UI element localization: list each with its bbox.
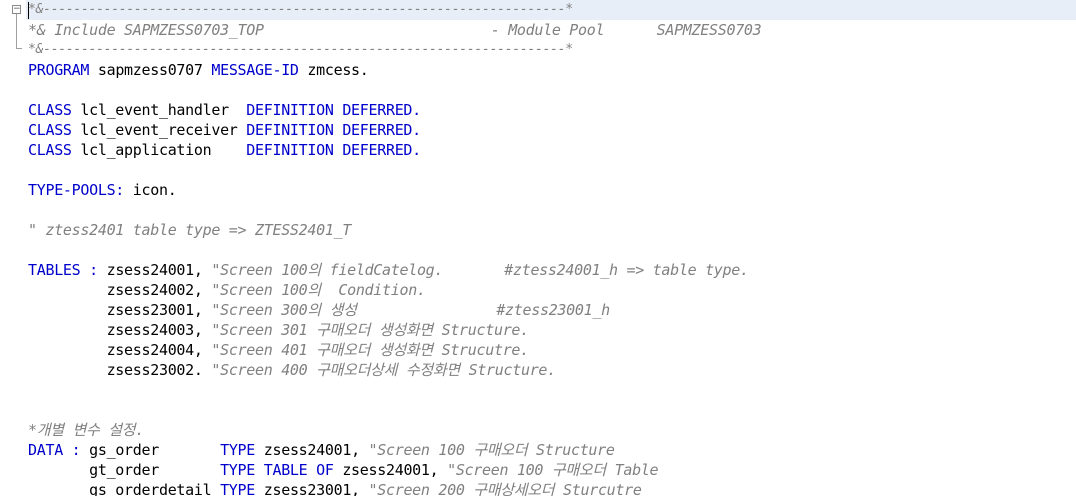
keyword-token: CLASS [28, 141, 72, 159]
identifier-token: zsess24001, [333, 461, 448, 479]
comment-token: *& Include SAPMZESS0703_TOP - Module Poo… [28, 21, 762, 39]
code-line[interactable]: zsess23001, "Screen 300의 생성 #ztess23001_… [28, 300, 761, 320]
identifier-token: zsess24004, [28, 341, 212, 359]
comment-token: "Screen 100 구매오더 Table [447, 461, 659, 479]
fold-guide-line [16, 14, 17, 48]
identifier-token: sapmzess0707 [89, 61, 212, 79]
keyword-token: TYPE [220, 441, 256, 459]
code-line[interactable] [28, 400, 761, 420]
text-caret [28, 2, 29, 19]
identifier-token: lcl_application [71, 141, 247, 159]
code-line[interactable]: CLASS lcl_event_handler DEFINITION DEFER… [28, 100, 761, 120]
code-line[interactable]: gs_orderdetail TYPE zsess23001, "Screen … [28, 480, 761, 496]
code-line[interactable]: *개별 변수 설정. [28, 420, 761, 440]
code-line[interactable]: gt_order TYPE TABLE OF zsess24001, "Scre… [28, 460, 761, 480]
code-line[interactable]: DATA : gs_order TYPE zsess24001, "Screen… [28, 440, 761, 460]
comment-token: "Screen 100의 Condition. [211, 281, 426, 299]
code-line[interactable]: TYPE-POOLS: icon. [28, 180, 761, 200]
keyword-token: DEFINITION DEFERRED. [246, 101, 421, 119]
code-line[interactable]: PROGRAM sapmzess0707 MESSAGE-ID zmcess. [28, 60, 761, 80]
keyword-token: TYPE-POOLS: [28, 181, 125, 199]
comment-token: "Screen 400 구매오더상세 수정화면 Structure. [211, 361, 556, 379]
identifier-token: zsess24001, [255, 441, 369, 459]
identifier-token: zsess23001, [28, 301, 212, 319]
identifier-token: icon. [124, 181, 177, 199]
comment-token: *&--------------------------------------… [28, 2, 573, 17]
code-lines[interactable]: *&--------------------------------------… [28, 0, 762, 496]
code-line[interactable]: zsess24003, "Screen 301 구매오더 생성화면 Struct… [28, 320, 761, 340]
comment-token: *개별 변수 설정. [28, 421, 144, 439]
keyword-token: DEFINITION DEFERRED. [246, 141, 421, 159]
identifier-token: zsess23001, [255, 481, 369, 496]
identifier-token: zsess24002, [28, 281, 212, 299]
code-line[interactable]: CLASS lcl_event_receiver DEFINITION DEFE… [28, 120, 761, 140]
collapse-minus-icon[interactable]: − [12, 5, 21, 14]
code-line[interactable]: zsess24004, "Screen 401 구매오더 생성화면 Strucu… [28, 340, 761, 360]
identifier-token: lcl_event_receiver [71, 121, 247, 139]
code-line[interactable]: zsess24002, "Screen 100의 Condition. [28, 280, 761, 300]
comment-token: *&--------------------------------------… [28, 42, 573, 57]
code-line[interactable] [28, 160, 761, 180]
keyword-token: CLASS [28, 121, 72, 139]
keyword-token: PROGRAM [28, 61, 90, 79]
identifier-token: zsess24003, [28, 321, 212, 339]
keyword-token: TYPE [220, 481, 256, 496]
identifier-token: zsess24001, [97, 261, 212, 279]
code-line[interactable] [28, 240, 761, 260]
code-line[interactable]: *&--------------------------------------… [28, 40, 761, 60]
fold-guide-end [16, 48, 22, 49]
code-editor[interactable]: − *&------------------------------------… [0, 0, 1076, 496]
comment-token: "Screen 401 구매오더 생성화면 Strucutre. [211, 341, 529, 359]
comment-token: " ztess2401 table type => ZTESS2401_T [28, 221, 352, 239]
identifier-token: zmcess. [298, 61, 369, 79]
comment-token: "Screen 100 구매오더 Structure [368, 441, 615, 459]
code-line[interactable]: *&--------------------------------------… [28, 0, 761, 20]
keyword-token: TYPE TABLE OF [220, 461, 334, 479]
code-line[interactable] [28, 200, 761, 220]
comment-token: "Screen 301 구매오더 생성화면 Structure. [211, 321, 529, 339]
keyword-token: MESSAGE-ID [211, 61, 299, 79]
code-line[interactable]: *& Include SAPMZESS0703_TOP - Module Poo… [28, 20, 762, 40]
identifier-token: gs_order [80, 441, 221, 459]
keyword-token: CLASS [28, 101, 72, 119]
code-line[interactable]: TABLES : zsess24001, "Screen 100의 fieldC… [28, 260, 761, 280]
code-line[interactable]: CLASS lcl_application DEFINITION DEFERRE… [28, 140, 761, 160]
comment-token: "Screen 300의 생성 #ztess23001_h [211, 301, 610, 319]
code-line[interactable]: zsess23002. "Screen 400 구매오더상세 수정화면 Stru… [28, 360, 761, 380]
identifier-token: zsess23002. [28, 361, 212, 379]
comment-token: "Screen 100의 fieldCatelog. #ztess24001_h… [211, 261, 749, 279]
keyword-token: DATA : [28, 441, 81, 459]
identifier-token: gs_orderdetail [28, 481, 221, 496]
keyword-token: DEFINITION DEFERRED. [246, 121, 421, 139]
identifier-token: gt_order [28, 461, 221, 479]
code-line[interactable]: " ztess2401 table type => ZTESS2401_T [28, 220, 761, 240]
code-line[interactable] [28, 80, 761, 100]
editor-gutter: − [0, 0, 26, 496]
code-line[interactable] [28, 380, 761, 400]
comment-token: "Screen 200 구매상세오더 Sturcutre [368, 481, 642, 496]
keyword-token: TABLES : [28, 261, 98, 279]
identifier-token: lcl_event_handler [71, 101, 247, 119]
